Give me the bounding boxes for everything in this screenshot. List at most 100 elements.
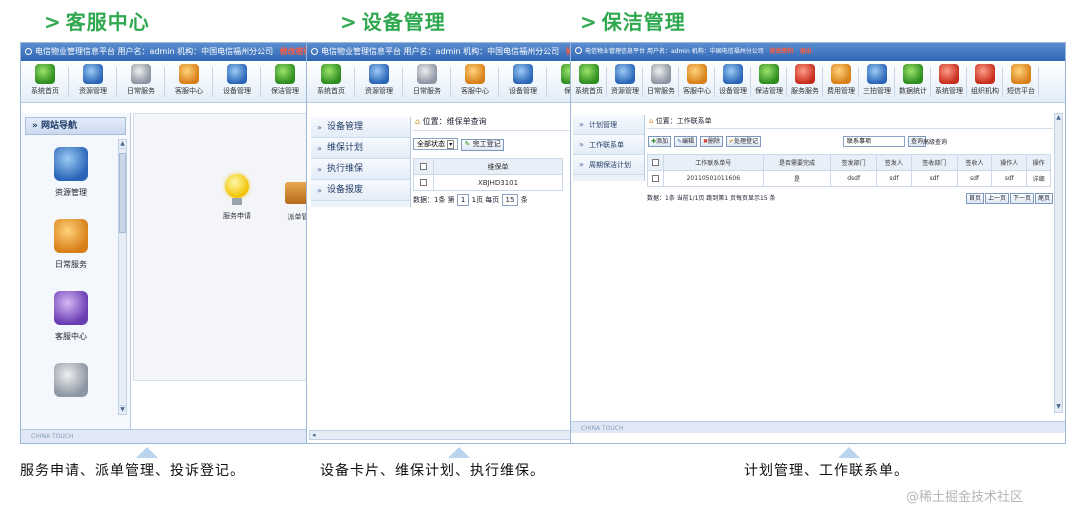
- customer-service-icon: [465, 64, 485, 84]
- app-logo-icon: [25, 48, 32, 55]
- toolbar-item[interactable]: 保洁管理: [751, 61, 787, 101]
- toolbar-item[interactable]: 设备管理: [715, 61, 751, 101]
- vertical-scrollbar[interactable]: ▲ ▼: [1054, 113, 1063, 413]
- toolbar-item[interactable]: 资源管理: [355, 61, 403, 101]
- nav-item[interactable]: » 设备报废: [311, 180, 410, 201]
- table-row[interactable]: XBJHD3101: [413, 174, 563, 191]
- nav-icon-item[interactable]: 客服中心: [25, 283, 117, 355]
- toolbar-item-label: 设备管理: [223, 87, 251, 95]
- scroll-left-arrow-icon[interactable]: ◂: [312, 431, 316, 440]
- toolbar-item[interactable]: 资源管理: [69, 61, 117, 101]
- row-checkbox[interactable]: [652, 174, 659, 182]
- app-name: 电信物业管理信息平台: [321, 47, 401, 56]
- change-password-link[interactable]: 修改密码: [770, 48, 794, 55]
- nav-item[interactable]: » 周期保洁计划: [573, 155, 644, 175]
- toolbar-item[interactable]: 保洁管理: [261, 61, 309, 101]
- select-all-checkbox[interactable]: [420, 162, 427, 170]
- scroll-down-arrow-icon[interactable]: ▼: [119, 405, 126, 414]
- pager-button[interactable]: 首页: [965, 193, 984, 204]
- toolbar-item[interactable]: 设备管理: [213, 61, 261, 101]
- maintenance-order-id[interactable]: XBJHD3101: [433, 174, 563, 191]
- equipment-icon: [227, 64, 247, 84]
- advanced-search-link[interactable]: 高级查询: [923, 137, 947, 146]
- toolbar-item[interactable]: 服务服务: [787, 61, 823, 101]
- toolbar-item[interactable]: 系统管理: [931, 61, 967, 101]
- nav-item[interactable]: » 维保计划: [311, 138, 410, 159]
- toolbar-item[interactable]: 日常服务: [403, 61, 451, 101]
- toolbar-item[interactable]: 短信平台: [1003, 61, 1039, 101]
- row-checkbox[interactable]: [420, 178, 427, 186]
- nav-item[interactable]: » 执行维保: [311, 159, 410, 180]
- org-value: 中国电信福州分公司: [201, 47, 274, 56]
- complete-register-button[interactable]: ✎ 完工登记: [461, 139, 504, 151]
- toolbar-item[interactable]: 资源管理: [607, 61, 643, 101]
- pager-button[interactable]: 下一页: [1009, 193, 1034, 204]
- nav-item[interactable]: » 工作联系单: [573, 135, 644, 155]
- action-bar: ✚添加 ✎编辑 ✖删除 ✔处理登记 联系事项 查询 高级查询: [647, 136, 1053, 148]
- toolbar-item[interactable]: 客服中心: [679, 61, 715, 101]
- content-item-service-request[interactable]: 服务申请: [212, 174, 262, 221]
- nav-item[interactable]: » 计划管理: [573, 115, 644, 135]
- toolbar-item[interactable]: 客服中心: [451, 61, 499, 101]
- process-register-button[interactable]: ✔处理登记: [725, 136, 761, 147]
- toolbar-item[interactable]: 系统首页: [571, 61, 607, 101]
- pager-button[interactable]: 尾页: [1034, 193, 1053, 204]
- detail-link[interactable]: 详细: [1026, 170, 1051, 187]
- app-logo-icon: [311, 48, 318, 55]
- toolbar-item[interactable]: 日常服务: [117, 61, 165, 101]
- daily-service-icon: [417, 64, 437, 84]
- select-all-cell: [647, 154, 664, 171]
- table-row[interactable]: 20110501011606 是 dsdf sdf sdf sdf sdf 详细: [647, 170, 1051, 187]
- toolbar-item[interactable]: 系统首页: [21, 61, 69, 101]
- toolbar-item[interactable]: 三拍管理: [859, 61, 895, 101]
- scroll-up-arrow-icon[interactable]: ▲: [119, 140, 126, 149]
- nav-icon-item[interactable]: 日常服务: [25, 211, 117, 283]
- nav-item-label: 维保计划: [327, 143, 364, 153]
- logout-link[interactable]: 退出: [800, 48, 812, 55]
- sms-icon: [1011, 64, 1031, 84]
- toolbar-item-label: 组织机构: [971, 87, 999, 95]
- daily-service-icon: [131, 64, 151, 84]
- toolbar-item[interactable]: 客服中心: [165, 61, 213, 101]
- toolbar-item[interactable]: 数据统计: [895, 61, 931, 101]
- nav-icon-item[interactable]: 资源管理: [25, 139, 117, 211]
- status-filter-select[interactable]: 全部状态 ▾: [413, 138, 459, 150]
- column-header: 签发人: [876, 154, 912, 171]
- resource-icon: [83, 64, 103, 84]
- chevron-down-icon: ▾: [447, 140, 455, 149]
- heading-customer-service: > 客服中心: [44, 6, 150, 35]
- toolbar-item[interactable]: 日常服务: [643, 61, 679, 101]
- home-icon: [579, 64, 599, 84]
- nav-scrollbar[interactable]: ▲ ▼: [118, 139, 127, 415]
- nav-icon-item[interactable]: [25, 355, 117, 427]
- customer-service-icon: [687, 64, 707, 84]
- scroll-down-arrow-icon[interactable]: ▼: [1055, 403, 1062, 412]
- delete-button[interactable]: ✖删除: [699, 136, 723, 147]
- toolbar-item-label: 数据统计: [899, 87, 927, 95]
- select-all-checkbox[interactable]: [652, 158, 659, 166]
- horizontal-scrollbar[interactable]: ◂: [309, 430, 571, 440]
- site-navigation-panel: » 网站导航 资源管理 日常服务 客服中心 ▲ ▼: [21, 113, 131, 431]
- nav-item[interactable]: » 设备管理: [311, 117, 410, 138]
- toolbar-item[interactable]: 组织机构: [967, 61, 1003, 101]
- pointer-arrow-right: [838, 447, 860, 458]
- toolbar-item[interactable]: 费用管理: [823, 61, 859, 101]
- cleaning-icon: [275, 64, 295, 84]
- nav-bullet-icon: »: [579, 140, 584, 149]
- edit-button[interactable]: ✎编辑: [673, 136, 698, 147]
- home-icon: [321, 64, 341, 84]
- location-value: 维保单查询: [446, 117, 487, 126]
- scroll-up-arrow-icon[interactable]: ▲: [1055, 114, 1062, 123]
- scroll-thumb[interactable]: [119, 153, 126, 233]
- customer-service-large-icon: [54, 291, 88, 325]
- page-size-input[interactable]: 15: [501, 194, 519, 206]
- add-button[interactable]: ✚添加: [648, 136, 672, 147]
- search-input[interactable]: 联系事项: [843, 136, 905, 147]
- cleaning-management-window: 电信物业管理信息平台 用户名：admin 机构：中国电信福州分公司 修改密码 退…: [570, 42, 1066, 444]
- pager-button[interactable]: 上一页: [984, 193, 1009, 204]
- pointer-arrow-middle: [448, 447, 470, 458]
- page-input[interactable]: 1: [456, 194, 470, 206]
- toolbar-item[interactable]: 设备管理: [499, 61, 547, 101]
- toolbar-item[interactable]: 系统首页: [307, 61, 355, 101]
- main-toolbar: 系统首页资源管理日常服务客服中心设备管理保洁: [307, 61, 573, 103]
